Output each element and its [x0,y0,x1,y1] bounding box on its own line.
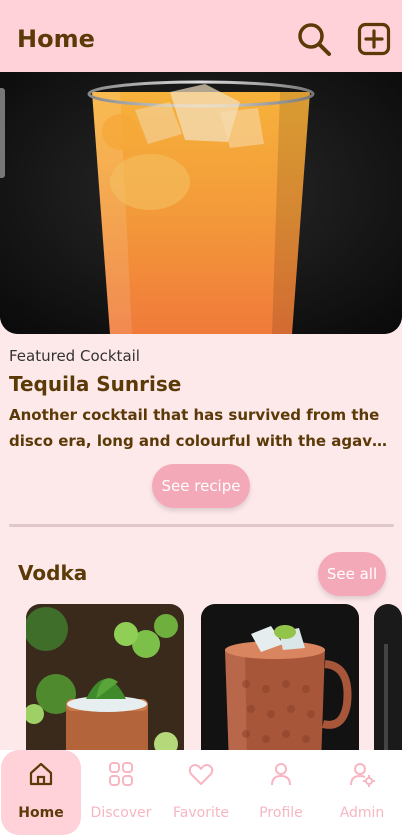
section-title-vodka: Vodka [18,561,88,585]
nav-item-favorite[interactable]: Favorite [161,750,241,835]
scroll-handle[interactable] [0,88,5,178]
nav-item-profile[interactable]: Profile [241,750,321,835]
featured-cocktail-name[interactable]: Tequila Sunrise [9,372,181,396]
nav-item-discover[interactable]: Discover [81,750,161,835]
cocktail-card[interactable] [374,604,402,764]
cocktail-card[interactable] [201,604,359,764]
section-divider [9,524,394,527]
nav-label: Home [18,805,64,821]
featured-label: Featured Cocktail [9,347,140,365]
featured-cocktail-image[interactable] [0,72,402,334]
see-recipe-button[interactable]: See recipe [152,464,250,508]
nav-label: Discover [90,805,152,821]
nav-label: Admin [339,805,385,821]
see-all-button[interactable]: See all [318,552,386,596]
home-icon [29,762,53,786]
nav-label: Favorite [173,805,229,821]
user-icon [271,763,291,786]
add-square-icon [357,22,391,56]
search-icon [298,23,331,56]
nav-item-admin[interactable]: Admin [322,750,402,835]
app-header: Home [0,0,402,72]
heart-icon [188,764,214,785]
nav-label: Profile [259,805,303,821]
add-recipe-button[interactable] [355,20,393,58]
cocktail-card[interactable] [26,604,184,764]
moscow-mule-copper-mug-photo [201,604,359,764]
page-title: Home [17,25,95,53]
tequila-sunrise-photo [0,72,402,334]
cocktail-photo-partial [374,604,402,764]
featured-cocktail-description: Another cocktail that has survived from … [9,406,383,450]
search-button[interactable] [295,20,333,58]
user-settings-icon [350,763,375,787]
bottom-navigation: Home Discover Favorite Profile Admin [0,750,402,835]
nav-item-home[interactable]: Home [1,750,81,835]
grid-icon [109,762,133,786]
mojito-copper-mug-photo [26,604,184,764]
